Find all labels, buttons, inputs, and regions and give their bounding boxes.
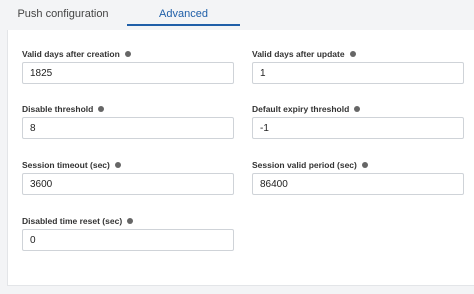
field-label: Default expiry threshold xyxy=(252,104,350,114)
disable-threshold-input[interactable] xyxy=(22,117,234,139)
field-label: Disable threshold xyxy=(22,104,94,114)
session-valid-period-input[interactable] xyxy=(252,173,464,195)
info-icon[interactable] xyxy=(127,218,134,224)
valid-days-after-update-field: Valid days after update xyxy=(252,48,464,84)
session-timeout-input[interactable] xyxy=(22,173,234,195)
advanced-settings-panel: Valid days after creation Valid days aft… xyxy=(7,30,474,286)
info-icon[interactable] xyxy=(349,51,356,57)
field-label: Disabled time reset (sec) xyxy=(22,216,123,226)
info-icon[interactable] xyxy=(354,106,361,112)
field-label: Session timeout (sec) xyxy=(22,160,110,170)
tab-push-configuration[interactable]: Push configuration xyxy=(8,0,118,26)
info-icon[interactable] xyxy=(114,162,121,168)
disabled-time-reset-field: Disabled time reset (sec) xyxy=(22,215,234,251)
info-icon[interactable] xyxy=(124,51,131,57)
active-tab-indicator xyxy=(127,24,240,26)
disabled-time-reset-input[interactable] xyxy=(22,229,234,251)
field-label: Valid days after creation xyxy=(22,49,120,59)
info-icon[interactable] xyxy=(361,162,368,168)
info-icon[interactable] xyxy=(98,106,105,112)
default-expiry-threshold-input[interactable] xyxy=(252,117,464,139)
field-label: Valid days after update xyxy=(252,49,345,59)
disable-threshold-field: Disable threshold xyxy=(22,103,234,139)
session-timeout-field: Session timeout (sec) xyxy=(22,159,234,195)
default-expiry-threshold-field: Default expiry threshold xyxy=(252,103,464,139)
field-label: Session valid period (sec) xyxy=(252,160,357,170)
page-background-strip xyxy=(0,286,474,294)
valid-days-after-update-input[interactable] xyxy=(252,62,464,84)
tab-bar: Push configuration Advanced xyxy=(0,0,474,30)
session-valid-period-field: Session valid period (sec) xyxy=(252,159,464,195)
tab-advanced[interactable]: Advanced xyxy=(127,0,240,26)
valid-days-after-creation-input[interactable] xyxy=(22,62,234,84)
valid-days-after-creation-field: Valid days after creation xyxy=(22,48,234,84)
